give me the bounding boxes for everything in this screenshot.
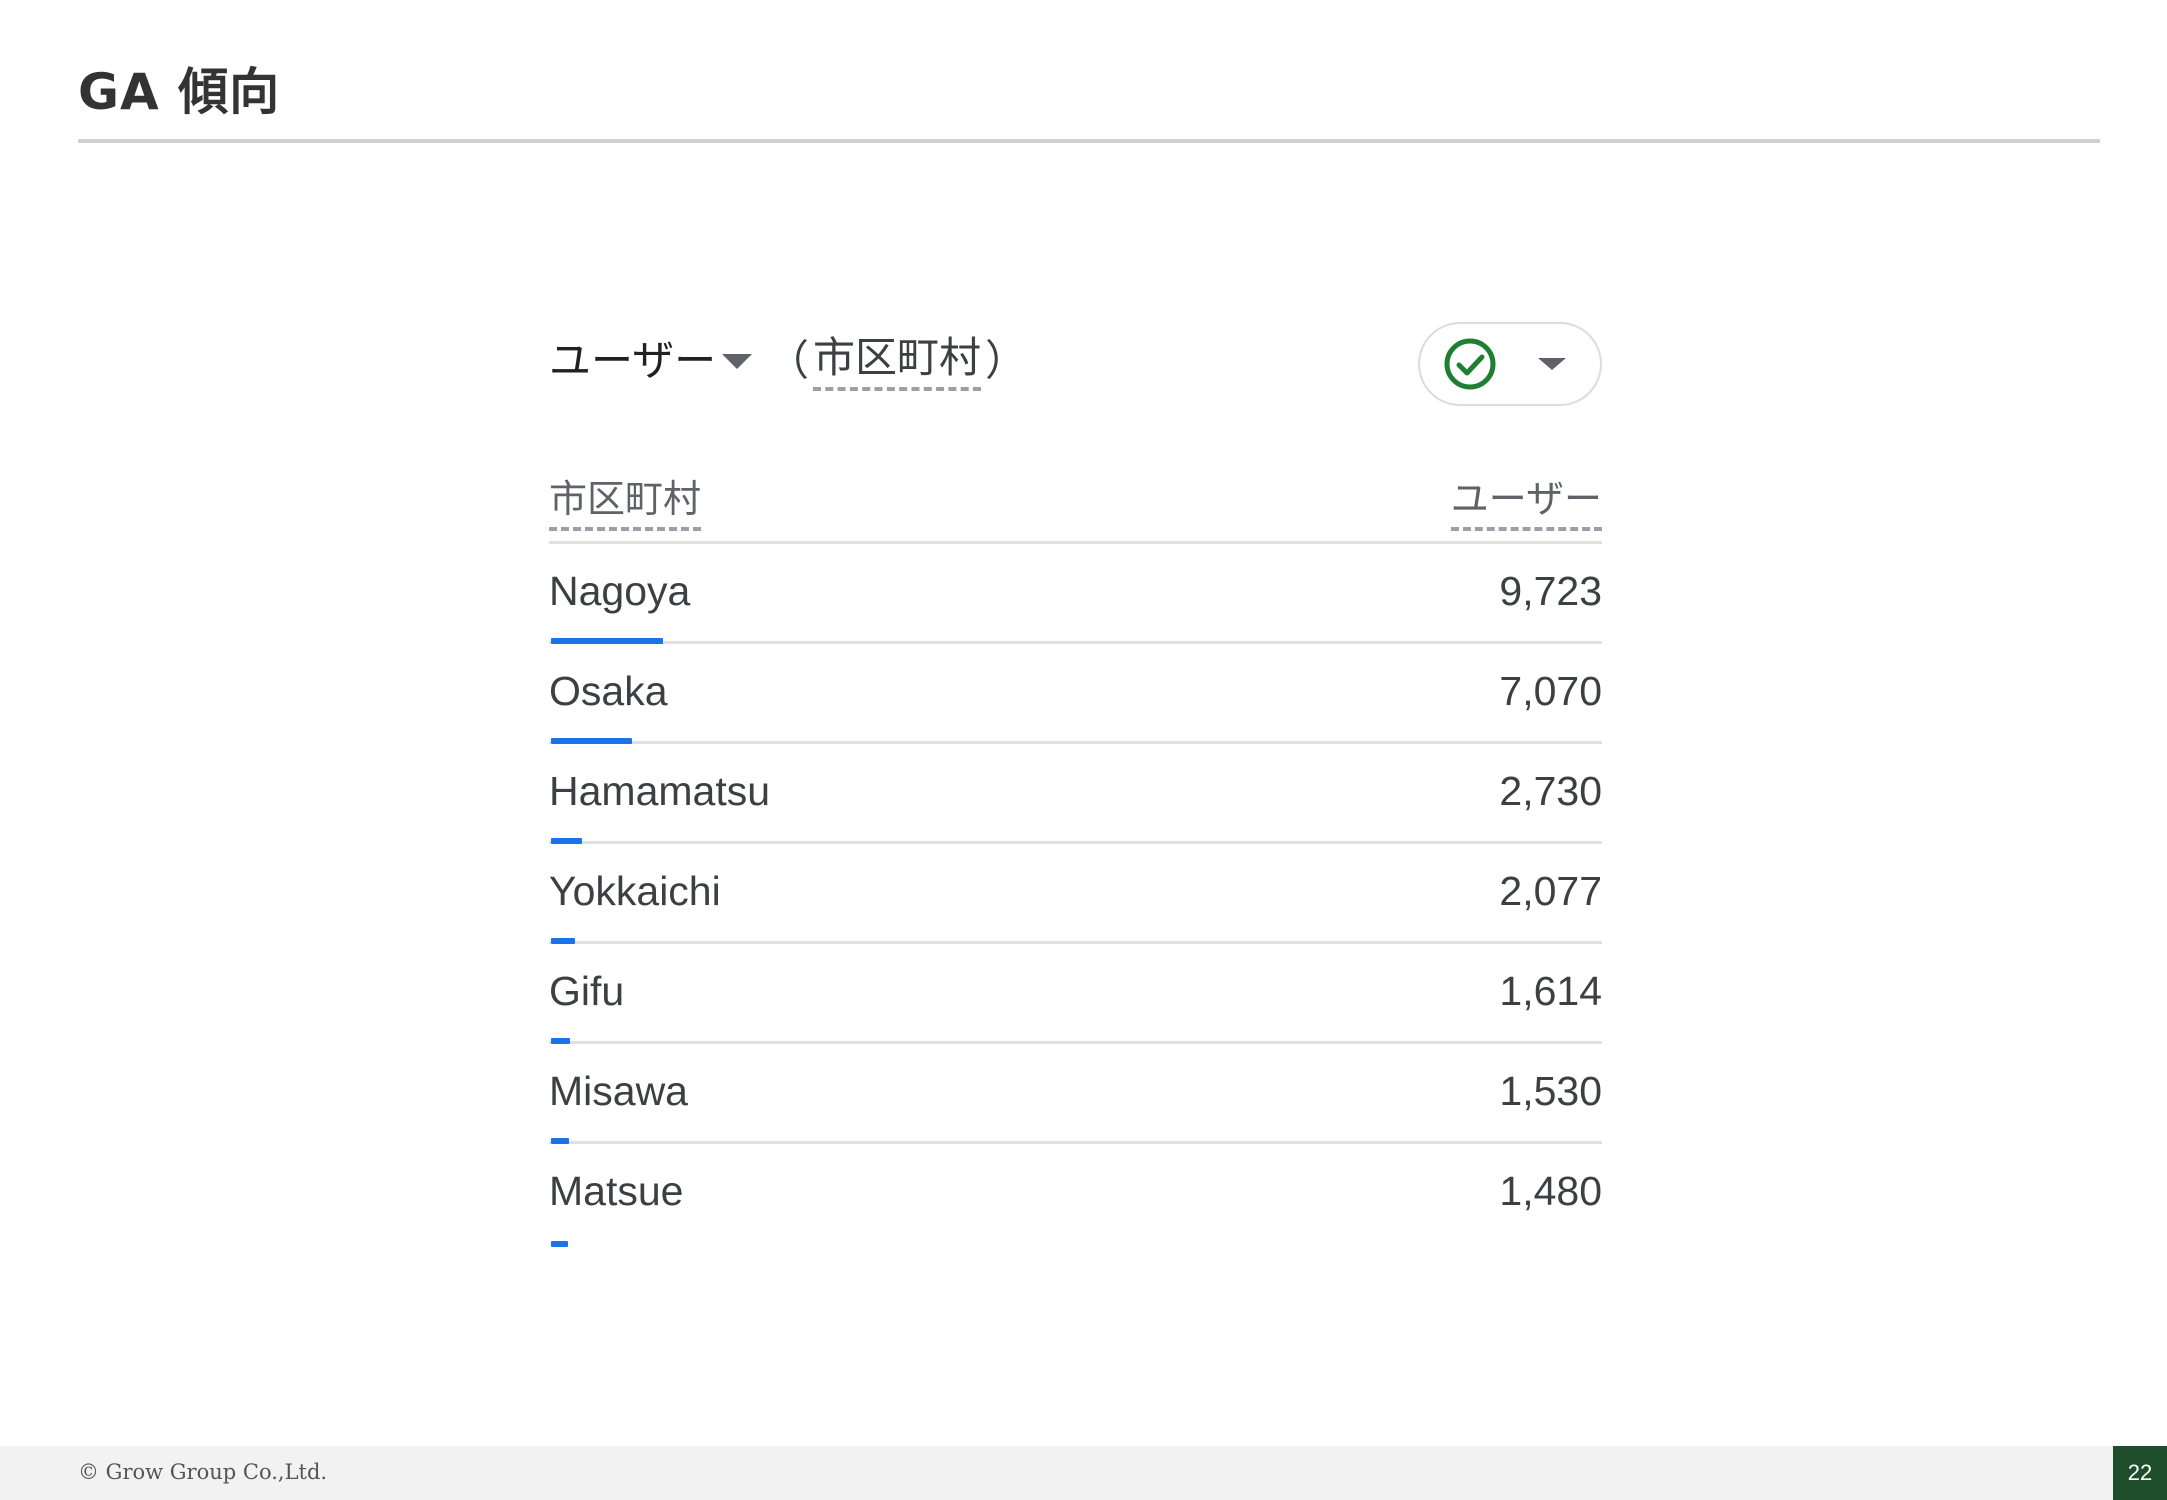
city-name: Misawa: [549, 1068, 688, 1114]
user-count: 1,530: [1499, 1068, 1602, 1114]
user-count: 2,730: [1499, 768, 1602, 814]
column-header-city[interactable]: 市区町村: [549, 468, 702, 531]
dimension-close-paren: ）: [985, 335, 1028, 385]
metric-label: ユーザー: [549, 335, 717, 385]
share-bar: [551, 1241, 568, 1247]
table-row[interactable]: Nagoya 9,723: [549, 544, 1602, 644]
column-header-users[interactable]: ユーザー: [1450, 468, 1602, 531]
city-name: Osaka: [549, 668, 668, 714]
table-row[interactable]: Misawa 1,530: [549, 1044, 1602, 1144]
city-name: Gifu: [549, 968, 625, 1014]
user-count: 1,614: [1499, 968, 1602, 1014]
user-count: 7,070: [1499, 668, 1602, 714]
table-row[interactable]: Gifu 1,614: [549, 944, 1602, 1044]
user-count: 2,077: [1499, 868, 1602, 914]
comparison-menu-button[interactable]: [1418, 322, 1602, 406]
user-count: 9,723: [1499, 568, 1602, 614]
table-body: Nagoya 9,723 Osaka 7,070 Hamamatsu 2,730 Yokka…: [549, 544, 1604, 1247]
dimension-label: （ 市区町村 ）: [767, 322, 1027, 392]
table-header: 市区町村 ユーザー: [549, 460, 1602, 544]
table-row[interactable]: Matsue 1,480: [549, 1144, 1604, 1247]
chevron-down-icon: [1538, 358, 1566, 370]
city-name: Yokkaichi: [549, 868, 721, 914]
caret-down-icon: [722, 353, 753, 369]
share-bar-track: [551, 1241, 1604, 1247]
city-name: Hamamatsu: [549, 768, 771, 814]
page-number: 22: [2113, 1446, 2167, 1500]
user-count: 1,480: [1499, 1168, 1602, 1214]
title-divider: [78, 139, 2100, 143]
card-header: ユーザー （ 市区町村 ）: [549, 322, 1602, 406]
city-name: Matsue: [549, 1168, 684, 1214]
table-row[interactable]: Yokkaichi 2,077: [549, 844, 1602, 944]
dimension-open-paren: （: [767, 335, 810, 385]
cities-card: ユーザー （ 市区町村 ） 市区町村 ユーザー Nagoya 9,723 Osaka…: [549, 300, 1602, 1260]
table-row[interactable]: Hamamatsu 2,730: [549, 744, 1602, 844]
footer: © Grow Group Co.,Ltd. 22: [0, 1446, 2167, 1500]
copyright-text: © Grow Group Co.,Ltd.: [78, 1460, 328, 1484]
city-name: Nagoya: [549, 568, 691, 614]
check-circle-icon: [1444, 338, 1496, 390]
page-title: GA 傾向: [78, 63, 281, 121]
dimension-text[interactable]: 市区町村: [813, 324, 982, 391]
table-row[interactable]: Osaka 7,070: [549, 644, 1602, 744]
metric-selector[interactable]: ユーザー: [549, 322, 760, 392]
